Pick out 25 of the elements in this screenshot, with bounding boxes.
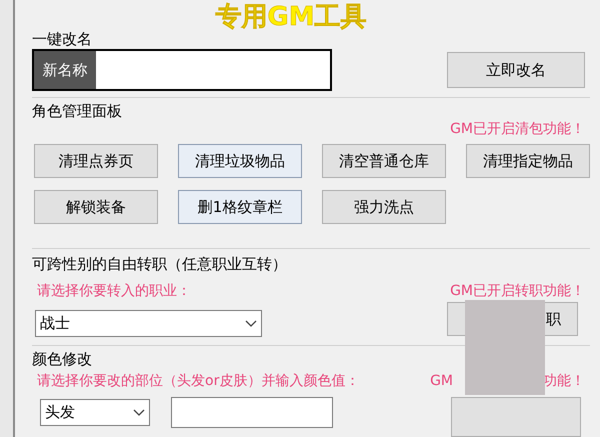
app-title: 专用GM工具 — [215, 4, 367, 30]
status-notice: GM — [430, 372, 453, 391]
prompt-text: 请选择你要转入的职业： — [37, 282, 191, 301]
section-heading: 颜色修改 — [32, 350, 93, 368]
part-select[interactable]: 头发 — [40, 399, 150, 426]
name-field[interactable]: 新名称 — [32, 49, 332, 91]
job-select[interactable]: 战士 — [35, 310, 262, 337]
action-button[interactable]: 清理点券页 — [34, 144, 158, 178]
section-heading: 角色管理面板 — [32, 102, 123, 120]
action-button[interactable]: 解锁装备 — [34, 190, 158, 224]
action-button[interactable]: 清理指定物品 — [466, 144, 590, 178]
field-label: 新名称 — [34, 51, 96, 89]
chevron-down-icon — [133, 408, 145, 416]
prompt-text: 请选择你要改的部位（头发or皮肤）并输入颜色值： — [37, 372, 360, 391]
color-field[interactable] — [171, 397, 333, 428]
action-button[interactable]: 删1格纹章栏 — [178, 190, 302, 224]
action-button[interactable]: 强力洗点 — [322, 190, 446, 224]
chevron-down-icon — [245, 320, 257, 328]
section-heading: 一键改名 — [32, 30, 93, 48]
status-notice: GM已开启转职功能！ — [450, 282, 585, 301]
action-button[interactable]: 清理垃圾物品 — [178, 144, 302, 178]
rename-button[interactable]: 立即改名 — [447, 52, 585, 88]
section-heading: 可跨性别的自由转职（任意职业互转） — [32, 255, 288, 273]
action-button[interactable]: 清空普通仓库 — [322, 144, 446, 178]
status-notice: GM已开启清包功能！ — [450, 120, 585, 138]
